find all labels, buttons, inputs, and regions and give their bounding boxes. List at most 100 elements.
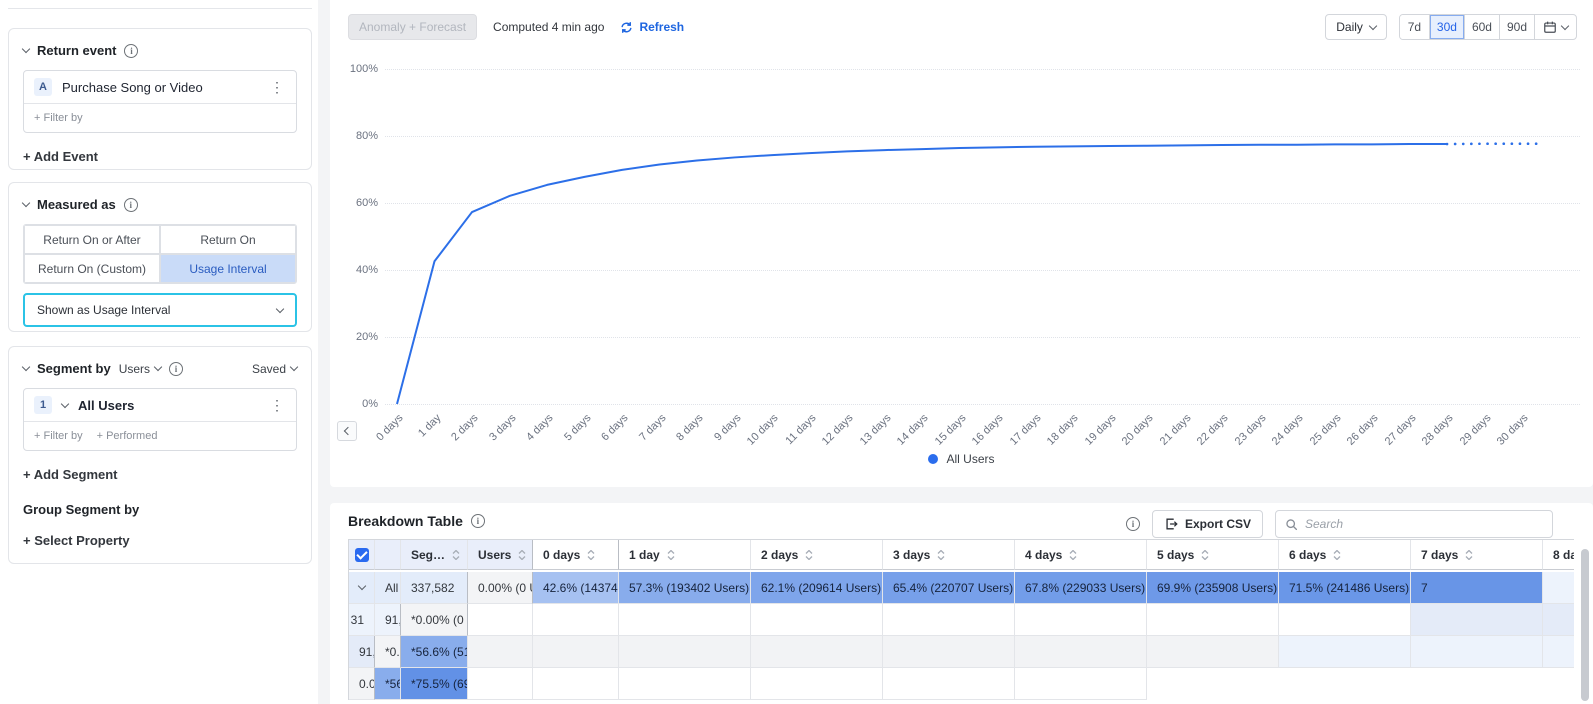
info-icon[interactable]: i [1126,517,1140,531]
collapse-panel-button[interactable] [337,421,357,441]
event-row[interactable]: A Purchase Song or Video ⋮ [24,71,296,103]
info-icon[interactable]: i [124,44,138,58]
column-header-4days[interactable]: 4 days [1015,540,1147,570]
value-cell[interactable]: 62.1% (209614 Users) [751,572,883,604]
filter-by-link[interactable]: + Filter by [34,112,83,124]
sort-icon[interactable] [1333,550,1341,560]
column-header-1day[interactable]: 1 day [619,540,751,570]
refresh-button[interactable]: Refresh [620,20,684,34]
sort-icon[interactable] [1069,550,1077,560]
performed-link[interactable]: + Performed [97,430,158,442]
kebab-menu-icon[interactable]: ⋮ [268,400,286,410]
column-header-6days[interactable]: 6 days [1279,540,1411,570]
sort-icon[interactable] [518,550,526,560]
value-cell[interactable] [751,604,883,636]
value-cell[interactable] [1015,604,1147,636]
value-cell[interactable]: *75.5% (69847 Users) [401,668,468,700]
value-cell[interactable]: *56.6% (51985 Users) [401,636,468,668]
column-header-0days[interactable]: 0 days [533,540,619,570]
granularity-dropdown[interactable]: Daily [1325,14,1387,40]
measured-as-option[interactable]: Return On or After [24,225,160,254]
column-header-5days[interactable]: 5 days [1147,540,1279,570]
range-button-60d[interactable]: 60d [1465,15,1500,39]
add-segment-button[interactable]: + Add Segment [23,467,297,482]
value-cell[interactable] [619,668,751,700]
users-count-cell[interactable]: 337,582 [401,572,468,604]
column-header-8days[interactable]: 8 days [1543,540,1574,570]
collapse-chevron-icon[interactable] [22,199,30,207]
row-expand-cell[interactable] [349,572,375,604]
column-header-seg[interactable]: Seg… [401,540,468,570]
sort-icon[interactable] [667,550,675,560]
value-cell[interactable]: *56.6% (52365 Users) [375,668,401,700]
anomaly-forecast-button[interactable]: Anomaly + Forecast [348,14,477,40]
calendar-dropdown[interactable] [1535,15,1576,39]
range-button-90d[interactable]: 90d [1500,15,1535,39]
collapse-chevron-icon[interactable] [22,363,30,371]
value-cell[interactable] [751,636,883,668]
column-header-3days[interactable]: 3 days [883,540,1015,570]
shown-as-dropdown[interactable]: Shown as Usage Interval [23,293,297,327]
value-cell[interactable]: 65.4% (220707 Users) [883,572,1015,604]
info-icon[interactable]: i [169,362,183,376]
select-property-button[interactable]: + Select Property [23,533,297,548]
select-all-checkbox-cell[interactable] [349,540,375,570]
value-cell[interactable] [533,636,619,668]
column-header-users[interactable]: Users [468,540,533,570]
checkbox-checked-icon[interactable] [355,548,369,562]
measured-as-option[interactable]: Return On (Custom) [24,254,160,283]
value-cell[interactable]: *0.00% (0 Users) [401,604,468,636]
value-cell[interactable] [619,636,751,668]
value-cell[interactable] [883,604,1015,636]
segment-label-cell[interactable]: Mar 31 [349,604,375,636]
search-box[interactable] [1275,510,1553,538]
chevron-down-icon[interactable] [61,399,69,407]
segment-row[interactable]: 1 All Users ⋮ [24,389,296,421]
kebab-menu-icon[interactable]: ⋮ [268,82,286,92]
value-cell[interactable] [533,668,619,700]
saved-dropdown[interactable]: Saved [252,362,297,376]
sort-icon[interactable] [805,550,813,560]
add-event-button[interactable]: + Add Event [23,149,297,164]
value-cell[interactable] [619,604,751,636]
value-cell[interactable]: 57.3% (193402 Users) [619,572,751,604]
users-count-cell[interactable]: 91,138 [375,604,401,636]
measured-as-option[interactable]: Return On [160,225,296,254]
event-name[interactable]: Purchase Song or Video [62,80,258,95]
value-cell[interactable]: 42.6% (143741 Users) [533,572,619,604]
value-cell[interactable] [468,636,533,668]
table-scrollbar[interactable] [1581,549,1589,701]
info-icon[interactable]: i [471,514,485,528]
segment-label-cell[interactable]: All Users [375,572,401,604]
column-header-7days[interactable]: 7 days [1411,540,1543,570]
chart-legend[interactable]: All Users [330,452,1593,466]
sort-icon[interactable] [587,550,595,560]
value-cell[interactable]: 7 [1411,572,1543,604]
range-button-7d[interactable]: 7d [1400,15,1430,39]
users-count-cell[interactable]: 91,832 [349,636,375,668]
segment-scope-dropdown[interactable]: Users [119,362,161,376]
value-cell[interactable] [1015,668,1147,700]
chevron-down-icon[interactable] [357,582,365,590]
info-icon[interactable]: i [124,198,138,212]
value-cell[interactable] [1147,636,1279,668]
sort-icon[interactable] [1201,550,1209,560]
value-cell[interactable] [883,668,1015,700]
segment-name[interactable]: All Users [78,398,258,413]
range-button-30d[interactable]: 30d [1430,15,1465,39]
value-cell[interactable] [533,604,619,636]
value-cell[interactable] [1147,604,1279,636]
value-cell[interactable] [1015,636,1147,668]
sort-icon[interactable] [452,550,460,560]
value-cell[interactable] [883,636,1015,668]
value-cell[interactable]: 0.00% (0 Users) [468,572,533,604]
collapse-chevron-icon[interactable] [22,45,30,53]
value-cell[interactable]: *0.00% (0 Users) [375,636,401,668]
sort-icon[interactable] [1465,550,1473,560]
value-cell[interactable]: 71.5% (241486 Users) [1279,572,1411,604]
sort-icon[interactable] [937,550,945,560]
value-cell[interactable] [751,668,883,700]
value-cell[interactable]: 69.9% (235908 Users) [1147,572,1279,604]
export-csv-button[interactable]: Export CSV [1152,510,1263,538]
search-input[interactable] [1305,517,1543,531]
